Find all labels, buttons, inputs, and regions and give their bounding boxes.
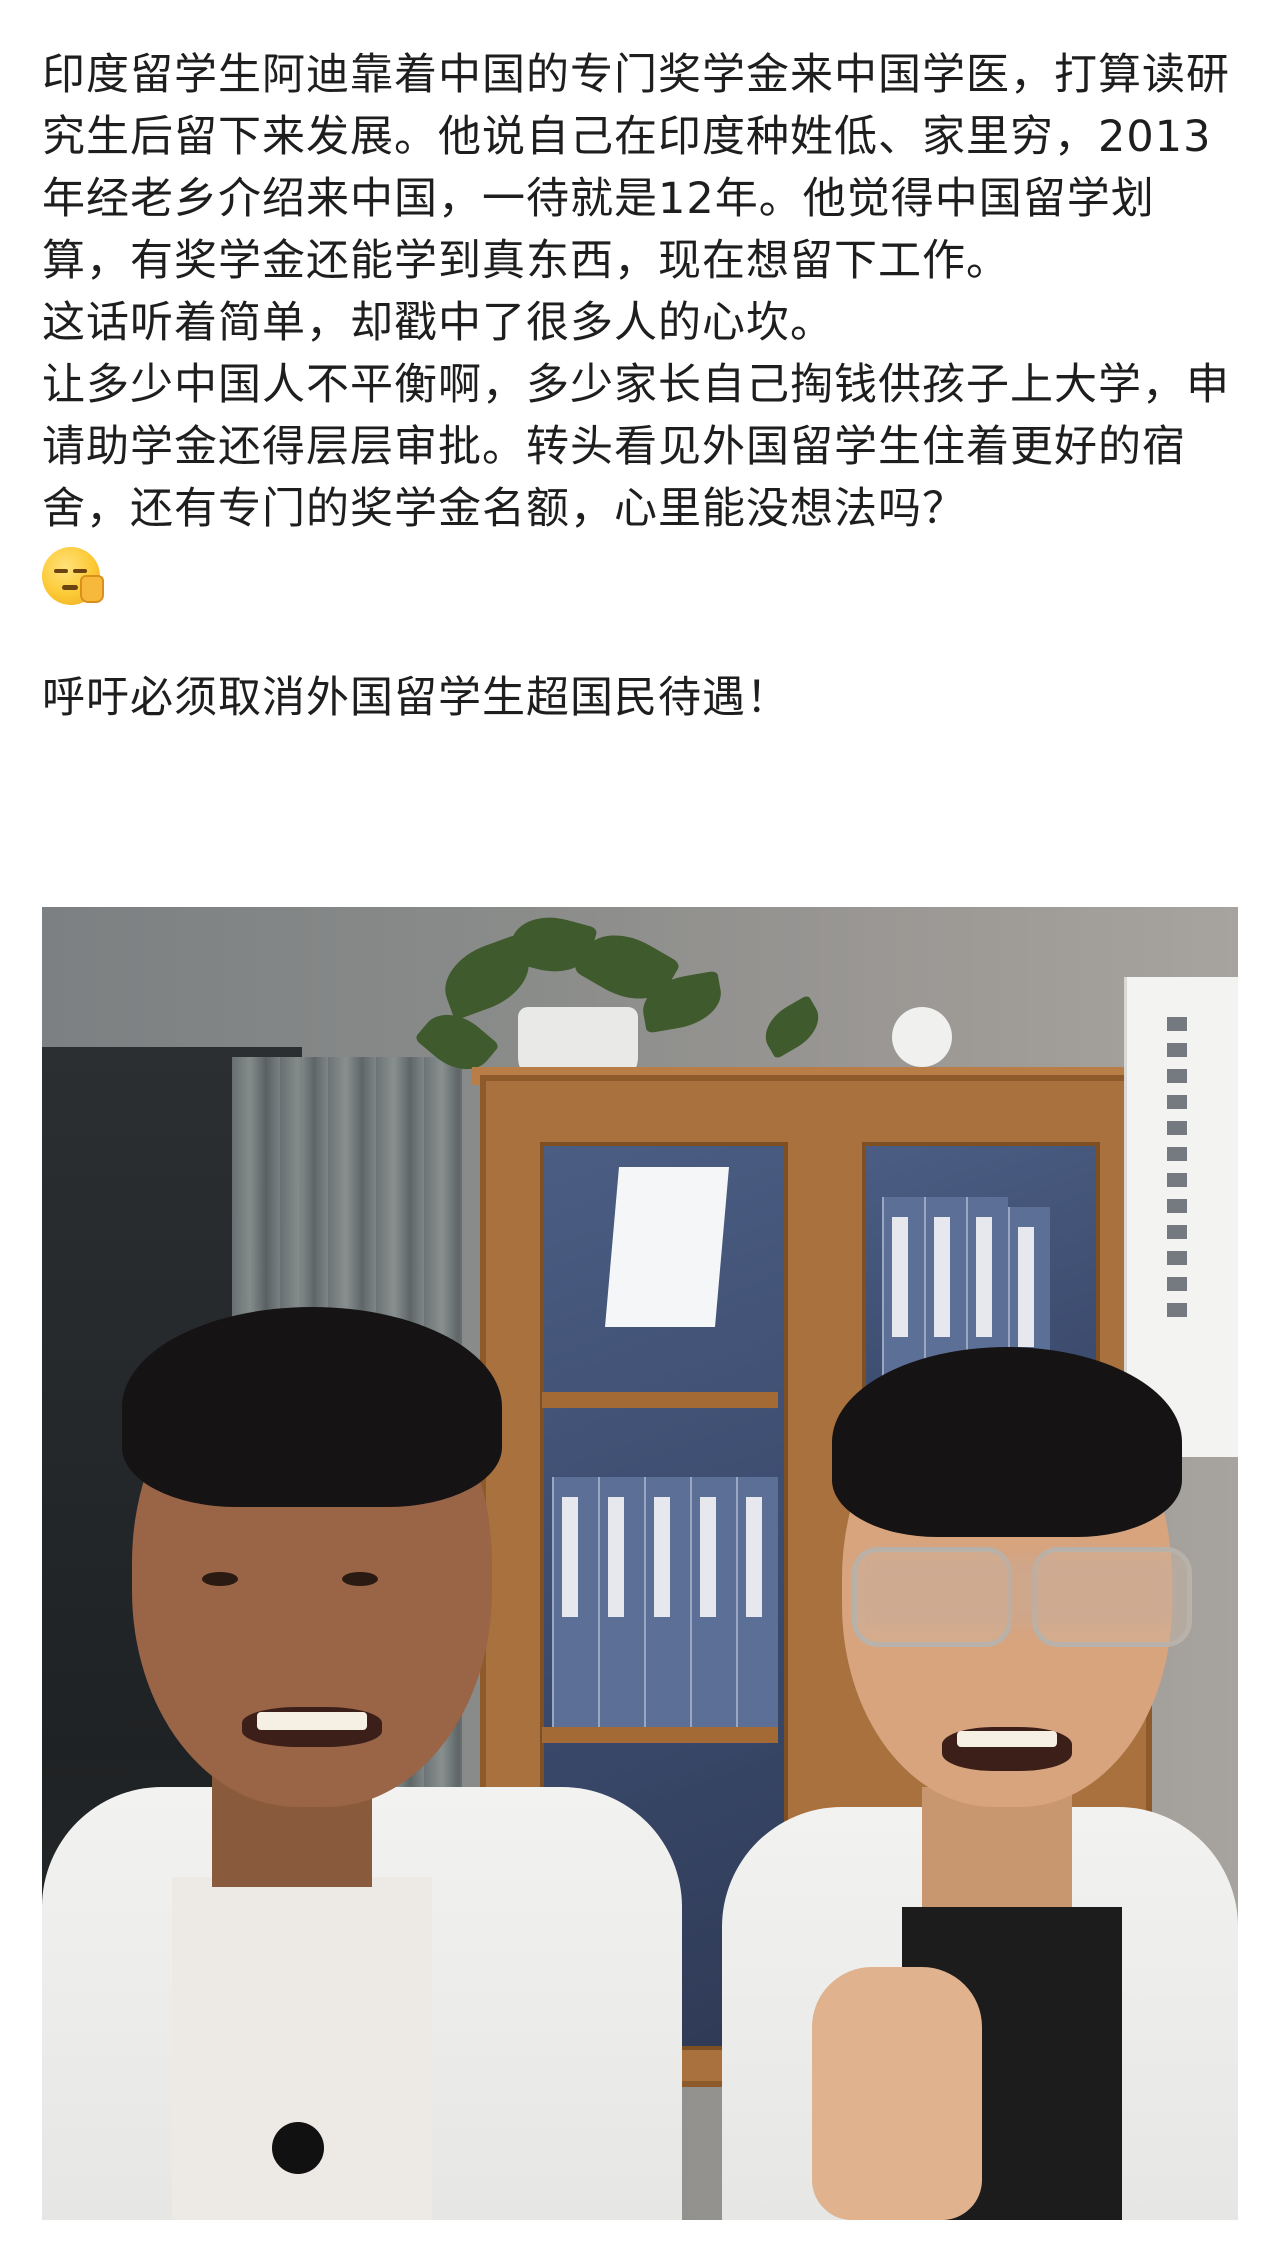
appeal-text: 呼吁必须取消外国留学生超国民待遇！ [42,672,790,723]
post-body: 印度留学生阿迪靠着中国的专门奖学金来中国学医，打算读研究生后留下来发展。他说自己… [42,44,1242,729]
face-with-hand-over-mouth-icon [42,546,104,605]
paragraph-2: 这话听着简单，却戳中了很多人的心坎。 [42,298,834,348]
paragraph-3-text: 让多少中国人不平衡啊，多少家长自己掏钱供孩子上大学，申请助学金还得层层审批。转头… [42,360,1230,534]
emoji-line [42,540,1242,605]
paragraph-3: 让多少中国人不平衡啊，多少家长自己掏钱供孩子上大学，申请助学金还得层层审批。转头… [42,354,1242,540]
post: 印度留学生阿迪靠着中国的专门奖学金来中国学医，打算读研究生后留下来发展。他说自己… [0,0,1280,2257]
paragraph-1: 印度留学生阿迪靠着中国的专门奖学金来中国学医，打算读研究生后留下来发展。他说自己… [42,50,1230,286]
post-photo[interactable] [42,907,1238,2220]
